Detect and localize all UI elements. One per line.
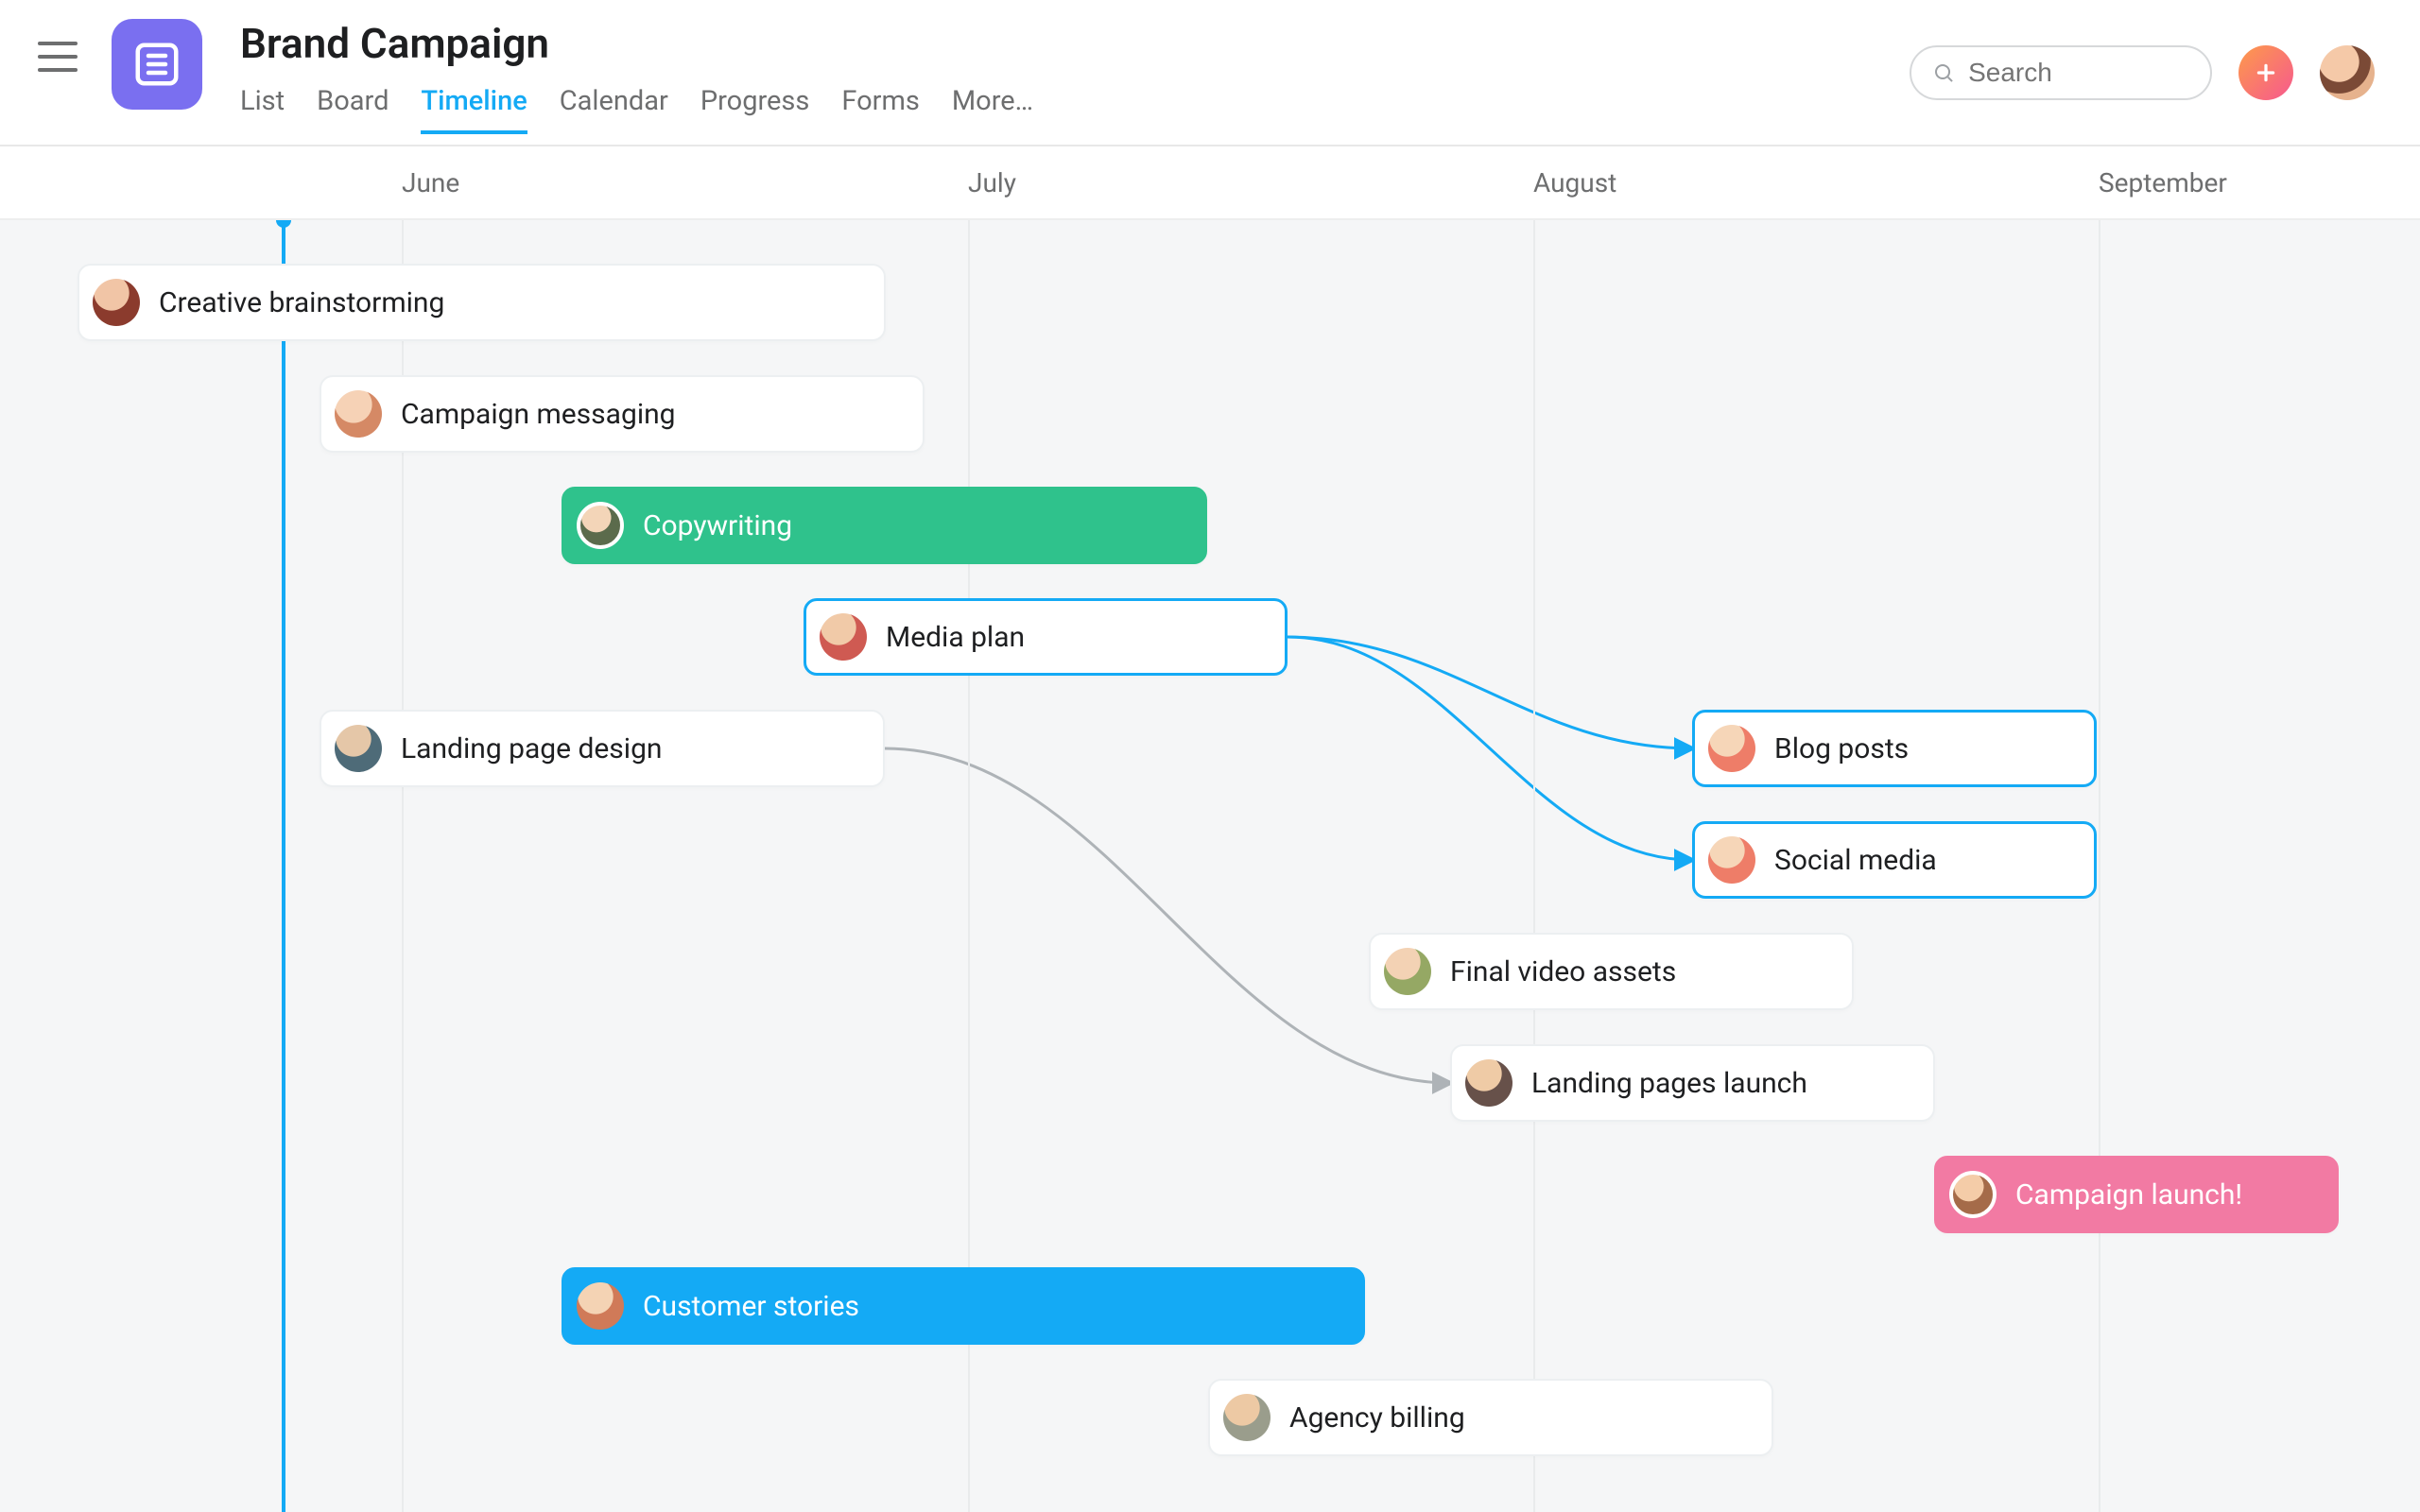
profile-avatar[interactable] xyxy=(2320,45,2375,100)
plus-icon xyxy=(2254,60,2278,85)
task-label: Landing page design xyxy=(401,732,663,765)
task-campaign-launch[interactable]: Campaign launch! xyxy=(1934,1156,2339,1233)
task-label: Landing pages launch xyxy=(1531,1067,1807,1100)
task-label: Final video assets xyxy=(1450,955,1676,988)
timeline-canvas[interactable]: Creative brainstorming Campaign messaging… xyxy=(0,220,2420,1512)
task-social-media[interactable]: Social media xyxy=(1692,821,2097,899)
assignee-avatar[interactable] xyxy=(1708,725,1755,772)
month-label: July xyxy=(968,167,1016,198)
task-agency-billing[interactable]: Agency billing xyxy=(1208,1379,1773,1456)
task-media-plan[interactable]: Media plan xyxy=(804,598,1288,676)
assignee-avatar[interactable] xyxy=(1708,836,1755,884)
search-input[interactable] xyxy=(1968,58,2189,88)
project-title: Brand Campaign xyxy=(240,19,1033,68)
dependency-line xyxy=(1288,637,1692,748)
task-label: Copywriting xyxy=(643,509,792,542)
task-label: Social media xyxy=(1774,844,1937,877)
month-gridline xyxy=(2099,220,2100,1512)
task-label: Media plan xyxy=(886,621,1025,654)
tab-progress[interactable]: Progress xyxy=(700,85,810,134)
tab-more[interactable]: More… xyxy=(952,85,1033,134)
task-final-video-assets[interactable]: Final video assets xyxy=(1369,933,1854,1010)
month-gridline xyxy=(1533,220,1535,1512)
tab-calendar[interactable]: Calendar xyxy=(560,85,668,134)
app-header: Brand Campaign List Board Timeline Calendar… xyxy=(0,0,2420,146)
assignee-avatar[interactable] xyxy=(577,502,624,549)
search-icon xyxy=(1932,60,1955,86)
assignee-avatar[interactable] xyxy=(335,390,382,438)
assignee-avatar[interactable] xyxy=(335,725,382,772)
dependency-line xyxy=(1288,637,1692,860)
month-label: June xyxy=(402,167,459,198)
project-tabs: List Board Timeline Calendar Progress Forms Mo… xyxy=(240,85,1033,134)
task-copywriting[interactable]: Copywriting xyxy=(562,487,1207,564)
task-customer-stories[interactable]: Customer stories xyxy=(562,1267,1365,1345)
assignee-avatar[interactable] xyxy=(1384,948,1431,995)
task-blog-posts[interactable]: Blog posts xyxy=(1692,710,2097,787)
task-creative-brainstorming[interactable]: Creative brainstorming xyxy=(78,264,886,341)
task-label: Campaign launch! xyxy=(2015,1178,2242,1211)
month-ruler: June July August September xyxy=(0,146,2420,220)
tab-list[interactable]: List xyxy=(240,85,285,134)
task-landing-page-design[interactable]: Landing page design xyxy=(320,710,885,787)
add-button[interactable] xyxy=(2238,45,2293,100)
today-marker xyxy=(282,220,285,1512)
task-label: Campaign messaging xyxy=(401,398,676,431)
task-label: Agency billing xyxy=(1289,1401,1465,1435)
month-label: September xyxy=(2099,167,2227,198)
assignee-avatar[interactable] xyxy=(1223,1394,1270,1441)
assignee-avatar[interactable] xyxy=(577,1282,624,1330)
project-icon[interactable] xyxy=(112,19,202,110)
tab-board[interactable]: Board xyxy=(317,85,389,134)
month-label: August xyxy=(1533,167,1616,198)
task-label: Creative brainstorming xyxy=(159,286,444,319)
tab-timeline[interactable]: Timeline xyxy=(421,85,527,134)
assignee-avatar[interactable] xyxy=(1465,1059,1512,1107)
task-label: Customer stories xyxy=(643,1290,859,1323)
search-box[interactable] xyxy=(1910,45,2212,100)
assignee-avatar[interactable] xyxy=(820,613,867,661)
tab-forms[interactable]: Forms xyxy=(841,85,920,134)
task-label: Blog posts xyxy=(1774,732,1909,765)
assignee-avatar[interactable] xyxy=(1949,1171,1996,1218)
task-landing-pages-launch[interactable]: Landing pages launch xyxy=(1450,1044,1935,1122)
assignee-avatar[interactable] xyxy=(93,279,140,326)
task-campaign-messaging[interactable]: Campaign messaging xyxy=(320,375,925,453)
menu-icon[interactable] xyxy=(38,42,78,72)
